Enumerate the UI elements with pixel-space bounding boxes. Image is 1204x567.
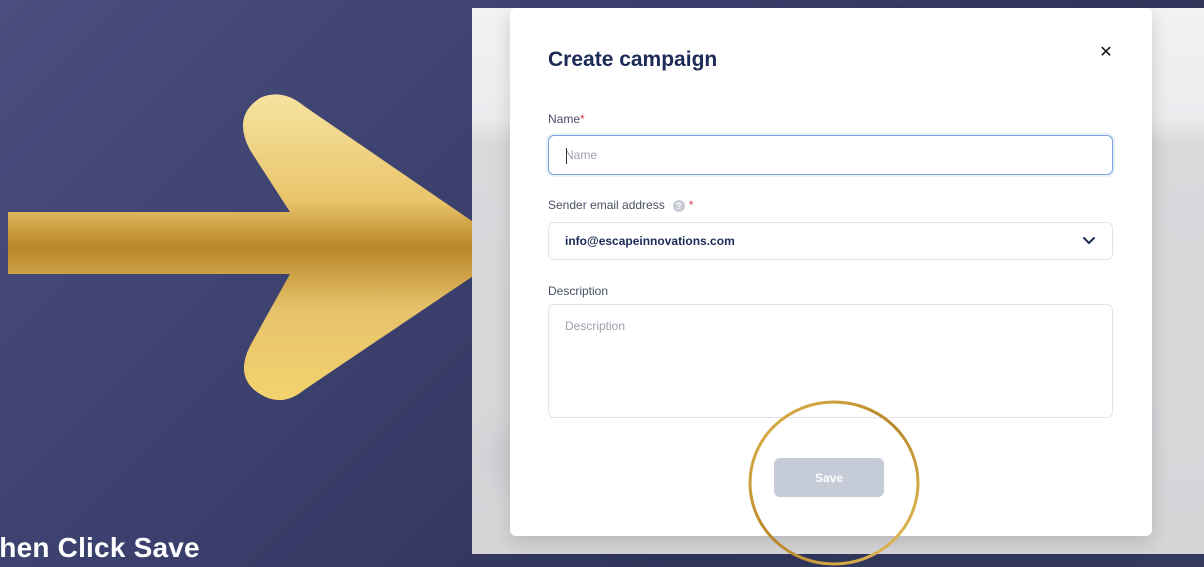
sender-email-value: info@escapeinnovations.com: [565, 234, 735, 248]
required-mark: *: [688, 198, 694, 212]
info-icon[interactable]: ?: [672, 199, 685, 212]
required-mark: *: [580, 112, 585, 126]
modal-title: Create campaign: [548, 48, 718, 71]
sender-email-select[interactable]: info@escapeinnovations.com: [548, 222, 1113, 260]
close-icon[interactable]: ✕: [1096, 42, 1116, 62]
name-label: Name*: [548, 112, 585, 126]
name-input[interactable]: [549, 136, 1112, 174]
text-caret: [566, 148, 567, 164]
chevron-down-icon: [1082, 233, 1096, 249]
gold-arrow-graphic: [8, 94, 500, 401]
instruction-caption: Then Click Save: [0, 532, 200, 563]
name-field-wrapper: [548, 135, 1113, 175]
description-label: Description: [548, 284, 609, 298]
description-placeholder: Description: [565, 319, 626, 333]
highlight-ring: [748, 400, 920, 566]
sender-email-label: Sender email address? *: [548, 198, 694, 212]
